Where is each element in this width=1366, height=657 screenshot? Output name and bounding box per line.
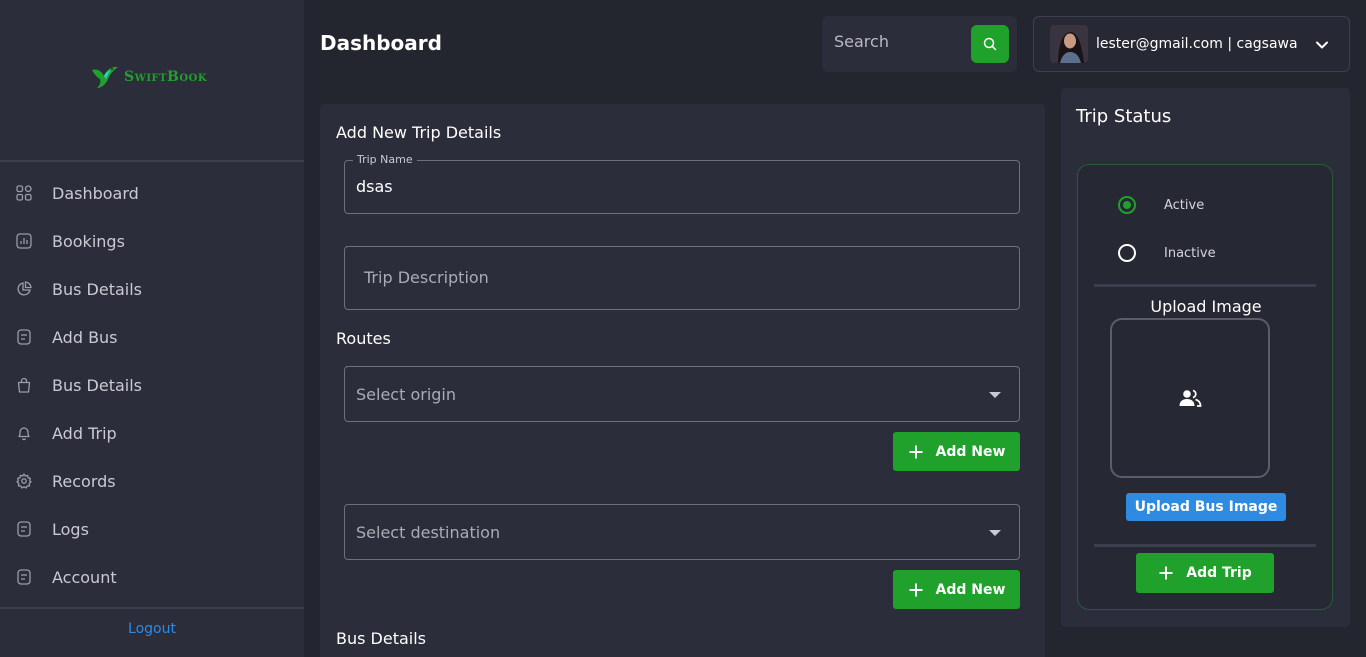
sidebar-item-label: Bus Details — [52, 375, 143, 395]
chart-icon — [16, 233, 32, 249]
avatar — [1050, 25, 1088, 63]
sidebar-divider — [0, 607, 304, 609]
trip-name-field[interactable]: Trip Name dsas — [344, 153, 1020, 214]
brand-logo[interactable]: SwiftBook — [90, 64, 207, 90]
radio-inactive[interactable]: Inactive — [1118, 244, 1216, 262]
sidebar-item-records[interactable]: Records — [0, 457, 304, 505]
search-button[interactable] — [971, 25, 1009, 63]
brand-name: SwiftBook — [124, 69, 208, 85]
trip-status-card: Trip Status Active Inactive Upload Image… — [1061, 88, 1350, 627]
add-new-label: Add New — [935, 443, 1006, 460]
bag-icon — [16, 377, 32, 393]
chevron-down-icon — [1315, 37, 1329, 56]
sidebar-item-account[interactable]: Account — [0, 553, 304, 601]
panel-divider — [1094, 284, 1316, 287]
sidebar-divider — [0, 160, 304, 162]
pie-chart-icon — [16, 281, 32, 297]
bell-icon — [16, 425, 32, 441]
sidebar-item-label: Records — [52, 471, 116, 491]
sidebar-item-label: Logs — [52, 519, 89, 539]
people-icon — [1179, 389, 1202, 407]
sidebar-item-add-bus[interactable]: Add Bus — [0, 313, 304, 361]
sidebar-item-dashboard[interactable]: Dashboard — [0, 169, 304, 217]
dropdown-arrow-icon — [989, 530, 1001, 536]
user-menu[interactable]: lester@gmail.com | cagsawa — [1033, 16, 1350, 72]
add-new-label: Add New — [935, 581, 1006, 598]
sidebar-item-bus-details[interactable]: Bus Details — [0, 265, 304, 313]
user-label: lester@gmail.com | cagsawa — [1096, 36, 1298, 52]
routes-title: Routes — [336, 329, 391, 348]
add-trip-button[interactable]: Add Trip — [1136, 553, 1274, 593]
search-box — [822, 16, 1017, 72]
radio-label-inactive: Inactive — [1164, 245, 1216, 261]
origin-select[interactable]: Select origin — [344, 366, 1020, 422]
sidebar: SwiftBook Dashboard Bookings Bus Details — [0, 0, 304, 657]
add-trip-label: Add Trip — [1186, 565, 1252, 581]
trip-name-label: Trip Name — [353, 153, 417, 166]
add-new-destination-button[interactable]: Add New — [893, 570, 1020, 609]
dropdown-arrow-icon — [989, 392, 1001, 398]
panel-divider — [1094, 544, 1316, 547]
sidebar-item-label: Bookings — [52, 231, 125, 251]
sidebar-item-label: Bus Details — [52, 279, 143, 299]
upload-image-title: Upload Image — [1150, 297, 1262, 316]
radio-unchecked-icon — [1118, 244, 1136, 262]
radio-active[interactable]: Active — [1118, 196, 1204, 214]
plus-icon — [909, 445, 923, 458]
bus-details-title: Bus Details — [336, 629, 427, 648]
sidebar-item-bus-details-2[interactable]: Bus Details — [0, 361, 304, 409]
destination-placeholder: Select destination — [356, 523, 501, 542]
plus-icon — [1159, 566, 1173, 580]
form-title: Add New Trip Details — [336, 123, 502, 142]
page-title: Dashboard — [320, 31, 442, 55]
bird-logo-icon — [92, 66, 118, 88]
trip-status-panel: Active Inactive Upload Image Upload Bus … — [1077, 164, 1333, 610]
sidebar-item-label: Add Bus — [52, 327, 118, 347]
sidebar-item-label: Dashboard — [52, 183, 139, 203]
search-input[interactable] — [834, 32, 974, 51]
sidebar-item-add-trip[interactable]: Add Trip — [0, 409, 304, 457]
radio-label-active: Active — [1164, 197, 1205, 213]
sidebar-nav: Dashboard Bookings Bus Details Add Bus B… — [0, 169, 304, 601]
sidebar-item-label: Account — [52, 567, 117, 587]
upload-bus-image-button[interactable]: Upload Bus Image — [1126, 493, 1286, 521]
document-icon — [16, 569, 32, 585]
destination-select[interactable]: Select destination — [344, 504, 1020, 560]
trip-name-value: dsas — [356, 177, 393, 196]
sidebar-item-logs[interactable]: Logs — [0, 505, 304, 553]
trip-description-placeholder: Trip Description — [364, 268, 489, 287]
image-preview-frame[interactable] — [1110, 318, 1270, 478]
grid-icon — [16, 185, 32, 201]
trip-status-title: Trip Status — [1076, 106, 1172, 127]
document-icon — [16, 521, 32, 537]
search-icon — [983, 37, 997, 51]
sidebar-item-label: Add Trip — [52, 423, 117, 443]
logout-link[interactable]: Logout — [0, 621, 304, 637]
trip-description-field[interactable]: Trip Description — [344, 246, 1020, 310]
origin-placeholder: Select origin — [356, 385, 456, 404]
gear-icon — [16, 473, 32, 489]
trip-form-card: Add New Trip Details Trip Name dsas Trip… — [320, 104, 1045, 657]
document-icon — [16, 329, 32, 345]
sidebar-item-bookings[interactable]: Bookings — [0, 217, 304, 265]
add-new-origin-button[interactable]: Add New — [893, 432, 1020, 471]
radio-checked-icon — [1118, 196, 1136, 214]
plus-icon — [909, 583, 923, 596]
